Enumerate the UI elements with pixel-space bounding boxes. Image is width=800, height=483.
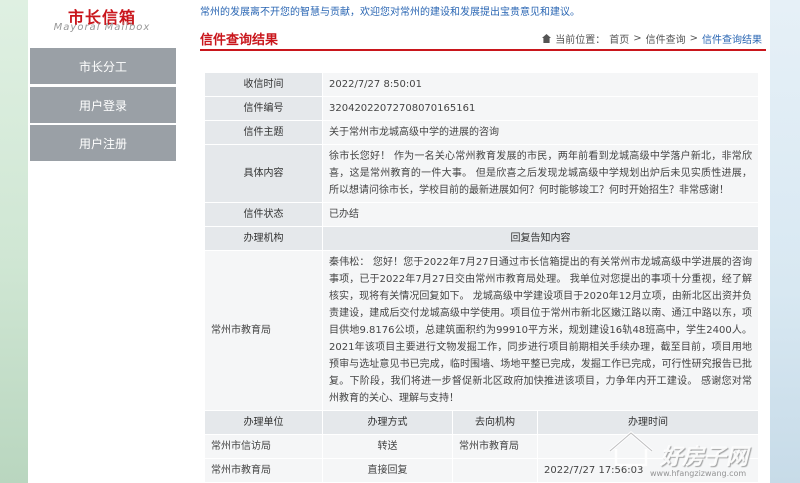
breadcrumb-separator: > [633, 33, 642, 44]
process-method: 直接回复 [322, 458, 453, 483]
background-right [770, 0, 800, 483]
table-row: 信件编号 32042022072708070165161 [204, 96, 760, 121]
sidebar-item-mayor-division[interactable]: 市长分工 [30, 48, 176, 84]
letter-subject-value: 关于常州市龙城高级中学的进展的咨询 [321, 120, 760, 145]
process-method: 转送 [322, 434, 453, 459]
page-title: 信件查询结果 [200, 33, 279, 48]
breadcrumb: 当前位置： 首页 > 信件查询 > 信件查询结果 [542, 31, 762, 46]
process-dest: 常州市教育局 [452, 434, 538, 459]
title-divider [200, 49, 766, 51]
sidebar-item-user-login[interactable]: 用户登录 [30, 87, 176, 123]
letter-status-value: 已办结 [321, 202, 760, 227]
home-icon [542, 34, 552, 43]
process-time: 2022/7/27 17:56:03 [536, 458, 760, 483]
process-method-header: 办理方式 [322, 410, 453, 435]
background-left [0, 0, 28, 483]
main-content: 常州的发展离不开您的智慧与贡献，欢迎您对常州的建设和发展提出宝贵意见和建议。 信… [176, 0, 770, 483]
breadcrumb-home[interactable]: 首页 [609, 31, 629, 46]
letter-detail-table: 收信时间 2022/7/27 8:50:01 信件编号 320420220727… [204, 72, 760, 483]
sidebar: 市长信箱 Mayoral Mailbox 市长分工 用户登录 用户注册 [28, 0, 176, 483]
letter-number-label: 信件编号 [204, 96, 323, 121]
receive-time-label: 收信时间 [204, 72, 323, 97]
welcome-marquee: 常州的发展离不开您的智慧与贡献，欢迎您对常州的建设和发展提出宝贵意见和建议。 [200, 7, 580, 18]
letter-content-label: 具体内容 [204, 144, 323, 203]
breadcrumb-prefix: 当前位置： [555, 35, 606, 46]
breadcrumb-letter-query[interactable]: 信件查询 [646, 31, 686, 46]
table-row: 信件状态 已办结 [204, 202, 760, 227]
handling-org-value: 常州市教育局 [204, 250, 323, 411]
letter-status-label: 信件状态 [204, 202, 323, 227]
letter-content-value: 徐市长您好！ 作为一名关心常州教育发展的市民，两年前看到龙城高级中学落户新北，非… [321, 144, 760, 203]
process-unit: 常州市教育局 [204, 458, 323, 483]
breadcrumb-current[interactable]: 信件查询结果 [702, 31, 762, 46]
process-unit: 常州市信访局 [204, 434, 323, 459]
table-row: 具体内容 徐市长您好！ 作为一名关心常州教育发展的市民，两年前看到龙城高级中学落… [204, 144, 760, 203]
letter-number-value: 32042022072708070165161 [321, 96, 760, 121]
sidebar-item-user-register[interactable]: 用户注册 [30, 125, 176, 161]
handling-org-header: 办理机构 [204, 226, 323, 251]
process-time [536, 434, 760, 459]
reply-content-header: 回复告知内容 [321, 226, 760, 251]
process-time-header: 办理时间 [536, 410, 760, 435]
reply-content-value: 秦伟松： 您好！您于2022年7月27日通过市长信箱提出的有关常州市龙城高级中学… [321, 250, 760, 411]
table-row: 办理机构 回复告知内容 [204, 226, 760, 251]
table-row: 信件主题 关于常州市龙城高级中学的进展的咨询 [204, 120, 760, 145]
process-unit-header: 办理单位 [204, 410, 323, 435]
letter-subject-label: 信件主题 [204, 120, 323, 145]
table-row: 收信时间 2022/7/27 8:50:01 [204, 72, 760, 97]
table-row: 常州市教育局 秦伟松： 您好！您于2022年7月27日通过市长信箱提出的有关常州… [204, 250, 760, 411]
sidebar-subtitle: Mayoral Mailbox [53, 22, 151, 33]
receive-time-value: 2022/7/27 8:50:01 [321, 72, 760, 97]
table-row: 常州市信访局 转送 常州市教育局 [204, 434, 760, 459]
table-row: 常州市教育局 直接回复 2022/7/27 17:56:03 [204, 458, 760, 483]
process-dest-header: 去向机构 [452, 410, 538, 435]
breadcrumb-separator: > [689, 33, 698, 44]
process-dest [452, 458, 538, 483]
table-row: 办理单位 办理方式 去向机构 办理时间 [204, 410, 760, 435]
